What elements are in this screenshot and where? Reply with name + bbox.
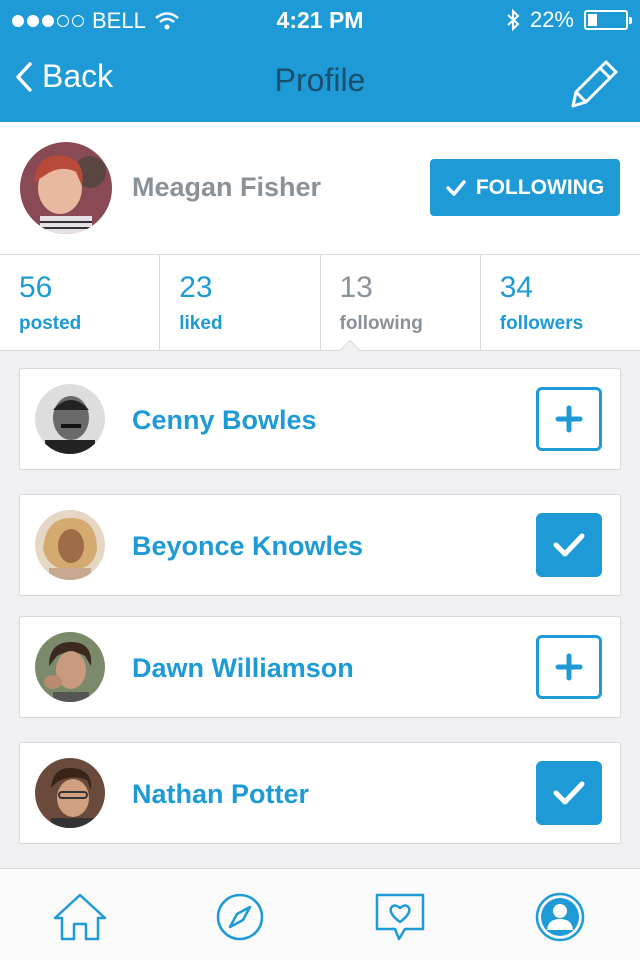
stat-value: 34	[499, 271, 534, 304]
avatar	[35, 384, 105, 454]
tab-home[interactable]	[50, 889, 110, 945]
following-toggle-button[interactable]	[536, 761, 602, 825]
user-name: Dawn Williamson	[132, 653, 354, 683]
avatar	[35, 510, 105, 580]
following-button[interactable]: FOLLOWING	[430, 159, 620, 216]
profile-name: Meagan Fisher	[132, 172, 322, 202]
battery-icon	[584, 10, 632, 30]
stat-value: 56	[19, 271, 53, 304]
tab-bar	[0, 868, 640, 960]
edit-button[interactable]	[568, 58, 620, 115]
top-bar: BELL 4:21 PM 22% Back Profile	[0, 0, 640, 122]
checkmark-icon	[446, 179, 466, 196]
battery-percent: 22%	[529, 7, 574, 32]
list-item[interactable]: Nathan Potter	[19, 742, 621, 844]
avatar	[35, 758, 105, 828]
list-item[interactable]: Beyonce Knowles	[19, 494, 621, 596]
stat-label: followers	[499, 313, 584, 334]
stat-following[interactable]: 13 following	[321, 255, 481, 350]
following-button-label: FOLLOWING	[475, 175, 605, 199]
tab-activity[interactable]	[370, 889, 430, 945]
following-toggle-button[interactable]	[536, 513, 602, 577]
tab-profile[interactable]	[530, 889, 590, 945]
profile-header: Meagan Fisher FOLLOWING	[0, 122, 640, 255]
stat-value: 13	[339, 271, 373, 304]
checkmark-icon	[553, 781, 585, 805]
heart-message-icon	[375, 893, 425, 941]
stat-label: posted	[19, 313, 82, 334]
checkmark-icon	[553, 533, 585, 557]
stat-label: following	[339, 313, 423, 334]
plus-icon	[555, 653, 583, 681]
avatar	[20, 142, 112, 234]
list-item[interactable]: Cenny Bowles	[19, 368, 621, 470]
stat-liked[interactable]: 23 liked	[160, 255, 321, 350]
navigation-bar: Back Profile	[0, 40, 640, 122]
stat-value: 23	[179, 271, 213, 304]
stat-label: liked	[179, 313, 223, 334]
plus-icon	[555, 405, 583, 433]
stat-followers[interactable]: 34 followers	[481, 255, 640, 350]
user-name: Cenny Bowles	[132, 405, 317, 435]
status-bar: BELL 4:21 PM 22%	[0, 0, 640, 40]
pencil-icon	[571, 60, 618, 108]
home-icon	[53, 893, 107, 941]
compass-icon	[216, 893, 264, 941]
status-right: 22%	[506, 7, 632, 33]
follow-button[interactable]	[536, 635, 602, 699]
stat-posted[interactable]: 56 posted	[0, 255, 161, 350]
user-profile-icon	[535, 892, 585, 942]
bluetooth-icon	[507, 8, 520, 32]
user-name: Nathan Potter	[132, 779, 310, 809]
tab-explore[interactable]	[210, 889, 270, 945]
list-item[interactable]: Dawn Williamson	[19, 616, 621, 718]
page-title: Profile	[274, 62, 366, 98]
user-name: Beyonce Knowles	[132, 531, 364, 561]
avatar	[35, 632, 105, 702]
follow-button[interactable]	[536, 387, 602, 451]
stats-bar: 56 posted 23 liked 13 following 34 follo…	[0, 255, 640, 351]
